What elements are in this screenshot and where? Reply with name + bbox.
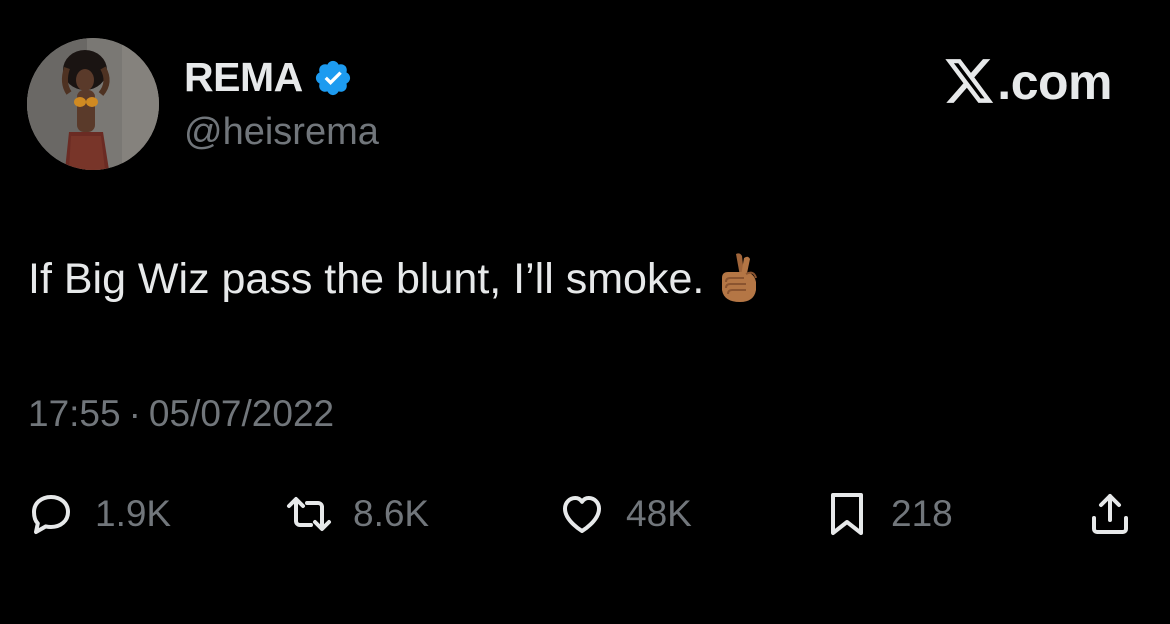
reply-button[interactable]: 1.9K: [27, 490, 171, 538]
repost-count: 8.6K: [353, 493, 430, 534]
tweet-body: If Big Wiz pass the blunt, I’ll smoke.: [28, 252, 762, 304]
reply-count: 1.9K: [95, 493, 172, 534]
brand-text: .com: [997, 54, 1112, 110]
tweet-time: 17:55: [28, 393, 121, 434]
avatar[interactable]: [27, 38, 159, 170]
tweet-date: 05/07/2022: [148, 393, 335, 434]
action-bar: 1.9K 8.6K 48K 218: [0, 490, 1170, 550]
x-logo-icon: [945, 59, 994, 103]
verified-badge-icon: [315, 60, 350, 95]
repost-icon: [287, 497, 331, 531]
author-name-row: REMA: [184, 54, 353, 101]
author-name[interactable]: REMA: [184, 54, 303, 101]
tweet-timestamp[interactable]: 17:55 · 05/07/2022: [28, 393, 334, 435]
meta-separator: ·: [128, 393, 141, 434]
share-button[interactable]: [1086, 490, 1134, 538]
like-count: 48K: [626, 493, 692, 534]
share-icon: [1092, 494, 1128, 534]
tweet-text: If Big Wiz pass the blunt, I’ll smoke.: [28, 255, 705, 303]
crossed-fingers-emoji: [722, 252, 758, 302]
bookmark-count: 218: [891, 493, 953, 534]
brand-watermark: .com: [945, 53, 1112, 111]
reply-icon: [32, 495, 70, 534]
bookmark-button[interactable]: 218: [823, 490, 953, 538]
heart-icon: [563, 496, 601, 533]
bookmark-icon: [831, 493, 863, 535]
author-handle[interactable]: @heisrema: [184, 111, 379, 154]
like-button[interactable]: 48K: [558, 490, 692, 538]
repost-button[interactable]: 8.6K: [285, 490, 429, 538]
profile-photo: [27, 38, 159, 170]
